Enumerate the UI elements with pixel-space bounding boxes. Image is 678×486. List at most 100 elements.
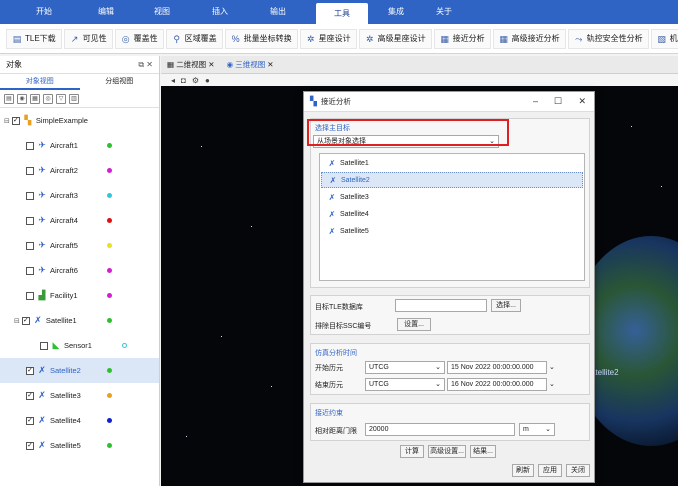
close-icon[interactable]: ✕ <box>578 96 586 107</box>
tree-item-satellite2[interactable]: ✓ ✗ Satellite2 <box>0 358 159 383</box>
end-time-input[interactable]: 16 Nov 2022 00:00:00.000 <box>447 378 547 391</box>
checkbox[interactable] <box>26 166 34 175</box>
range-input[interactable]: 20000 <box>365 423 515 436</box>
collapse-icon[interactable]: ⊟ <box>14 317 20 325</box>
settings-icon[interactable]: ⚙ <box>192 76 199 85</box>
checkbox[interactable]: ✓ <box>11 116 20 125</box>
view-target-icon[interactable]: ◎ <box>43 93 53 104</box>
close-icon[interactable]: ✕ <box>146 60 153 69</box>
checkbox[interactable] <box>40 341 48 350</box>
checkbox[interactable] <box>26 141 34 150</box>
tab-object-view[interactable]: 对象视图 <box>0 74 80 90</box>
checkbox[interactable] <box>26 216 34 225</box>
satellite-icon: ✗ <box>38 440 46 450</box>
advanced-settings-button[interactable]: 高级设置... <box>428 445 466 458</box>
close-button[interactable]: 关闭 <box>566 464 590 477</box>
tree-item-aircraft2[interactable]: ✈ Aircraft2 <box>0 158 159 183</box>
color-dot <box>107 168 112 173</box>
constellation-design-button[interactable]: ✲ 星座设计 <box>299 28 357 49</box>
star <box>221 336 222 337</box>
end-label: 结束历元 <box>315 382 343 389</box>
tree-item-aircraft5[interactable]: ✈ Aircraft5 <box>0 233 159 258</box>
tle-download-button[interactable]: ▤ TLE下载 <box>6 28 62 49</box>
view-list-icon[interactable]: ▤ <box>4 93 14 104</box>
view-grid-icon[interactable]: ▦ <box>30 93 40 104</box>
select-button[interactable]: 选择... <box>491 299 521 312</box>
list-item[interactable]: ✗ Satellite4 <box>321 206 583 222</box>
view-globe-icon[interactable]: ◉ <box>17 93 27 104</box>
range-label: 相对距离门限 <box>315 428 357 435</box>
tree-item-satellite4[interactable]: ✓ ✗ Satellite4 <box>0 408 159 433</box>
menu-start[interactable]: 开始 <box>0 0 88 24</box>
collapse-icon[interactable]: ⊟ <box>4 117 10 125</box>
menu-tools[interactable]: 工具 <box>316 3 368 24</box>
batch-coordinate-button[interactable]: % 批量坐标转换 <box>224 28 298 49</box>
color-dot <box>107 393 112 398</box>
tree-item-aircraft4[interactable]: ✈ Aircraft4 <box>0 208 159 233</box>
checkbox[interactable] <box>26 266 34 275</box>
view-chart-icon[interactable]: ▥ <box>69 93 79 104</box>
tree-item-aircraft3[interactable]: ✈ Aircraft3 <box>0 183 159 208</box>
record-icon[interactable]: ● <box>205 76 210 85</box>
minimize-icon[interactable]: – <box>533 96 538 106</box>
tab-group-view[interactable]: 分组视图 <box>80 74 160 90</box>
start-time-input[interactable]: 15 Nov 2022 00:00:00.000 <box>447 361 547 374</box>
range-unit-select[interactable]: m ⌄ <box>519 423 555 436</box>
tree-item-aircraft1[interactable]: ✈ Aircraft1 <box>0 133 159 158</box>
refresh-button[interactable]: 刷新 <box>512 464 534 477</box>
chevron-down-icon[interactable]: ⌄ <box>549 363 555 371</box>
dialog-titlebar: ▚ 接近分析 – ☐ ✕ <box>304 92 594 112</box>
checkbox[interactable] <box>26 241 34 250</box>
tle-db-input[interactable] <box>395 299 487 312</box>
list-item[interactable]: ✗ Satellite5 <box>321 223 583 239</box>
tree-item-aircraft6[interactable]: ✈ Aircraft6 <box>0 258 159 283</box>
tab-3d-view[interactable]: ◉ 三维视图 ✕ <box>227 59 274 70</box>
float-icon[interactable]: ⧉ <box>138 60 144 69</box>
settings-button[interactable]: 设置... <box>397 318 431 331</box>
tree-item-satellite5[interactable]: ✓ ✗ Satellite5 <box>0 433 159 458</box>
compute-button[interactable]: 计算 <box>400 445 424 458</box>
advanced-approach-button[interactable]: ▦ 高级接近分析 <box>492 28 566 49</box>
checkbox[interactable] <box>26 291 34 300</box>
maneuver-analysis-button[interactable]: ▧机动分析 <box>650 28 678 49</box>
tree-item-satellite3[interactable]: ✓ ✗ Satellite3 <box>0 383 159 408</box>
checkbox[interactable]: ✓ <box>26 366 34 375</box>
camera-icon[interactable]: ◘ <box>181 76 186 85</box>
menu-insert[interactable]: 插入 <box>200 0 240 24</box>
menu-edit[interactable]: 编辑 <box>88 0 124 24</box>
list-item[interactable]: ✗ Satellite2 <box>321 172 583 188</box>
menu-about[interactable]: 关于 <box>424 0 464 24</box>
chevron-down-icon[interactable]: ⌄ <box>549 380 555 388</box>
orbit-safety-button[interactable]: ⤳ 轨控安全性分析 <box>567 28 649 49</box>
checkbox[interactable]: ✓ <box>26 441 34 450</box>
satellite-list: ✗ Satellite1 ✗ Satellite2 ✗ Satellite3 ✗ Sat… <box>319 153 585 281</box>
coverage-button[interactable]: ◎ 覆盖性 <box>114 28 164 49</box>
checkbox[interactable]: ✓ <box>26 416 34 425</box>
tree-item-facility1[interactable]: ▟ Facility1 <box>0 283 159 308</box>
list-item[interactable]: ✗ Satellite1 <box>321 155 583 171</box>
advanced-constellation-button[interactable]: ✲ 高级星座设计 <box>358 28 432 49</box>
menu-integration[interactable]: 集成 <box>368 0 424 24</box>
area-coverage-button[interactable]: ⚲ 区域覆盖 <box>165 28 223 49</box>
maximize-icon[interactable]: ☐ <box>554 96 562 107</box>
star <box>661 186 662 187</box>
menu-view[interactable]: 视图 <box>124 0 200 24</box>
checkbox[interactable] <box>26 191 34 200</box>
tree-item-satellite1[interactable]: ⊟ ✓ ✗ Satellite1 <box>0 308 159 333</box>
tree-root[interactable]: ⊟ ✓ ▚ SimpleExample <box>0 108 159 133</box>
tab-2d-view[interactable]: ▦ 二维视图 ✕ <box>167 59 215 70</box>
results-button[interactable]: 结果... <box>470 445 496 458</box>
checkbox[interactable]: ✓ <box>21 316 30 325</box>
start-timescale-select[interactable]: UTCG ⌄ <box>365 361 445 374</box>
end-timescale-select[interactable]: UTCG ⌄ <box>365 378 445 391</box>
list-item[interactable]: ✗ Satellite3 <box>321 189 583 205</box>
view-filter-icon[interactable]: ▽ <box>56 93 66 104</box>
tle-section: 目标TLE数据库 选择... 排除目标SSC编号 设置... <box>310 295 590 335</box>
apply-button[interactable]: 应用 <box>538 464 562 477</box>
tree-item-sensor1[interactable]: ◣ Sensor1 <box>0 333 159 358</box>
visibility-button[interactable]: ↗ 可见性 <box>63 28 113 49</box>
approach-analysis-button[interactable]: ▦ 接近分析 <box>433 28 491 49</box>
checkbox[interactable]: ✓ <box>26 391 34 400</box>
home-view-icon[interactable]: ◂ <box>171 76 175 85</box>
menu-output[interactable]: 输出 <box>240 0 316 24</box>
